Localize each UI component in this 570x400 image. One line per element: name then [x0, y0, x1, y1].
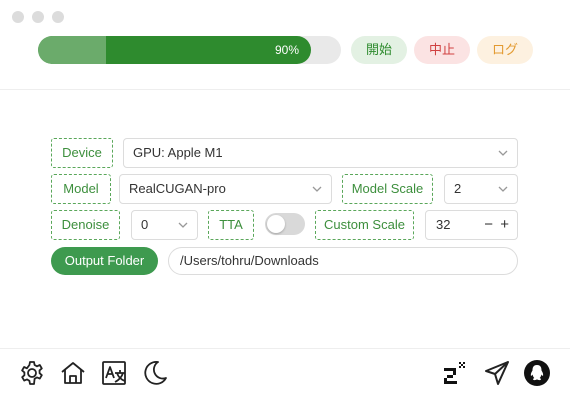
tta-label: TTA [208, 210, 254, 240]
output-path-input[interactable]: /Users/tohru/Downloads [168, 247, 518, 275]
translate-icon[interactable] [100, 359, 128, 387]
denoise-select[interactable]: 0 [131, 210, 198, 240]
custom-scale-value: 32 [436, 217, 451, 232]
app-window: 90% 開始 中止 ログ Device GPU: Apple M1 Model … [0, 0, 570, 400]
denoise-value: 0 [141, 217, 149, 232]
tta-toggle[interactable] [265, 213, 305, 235]
device-select-value: GPU: Apple M1 [133, 145, 223, 160]
chevron-down-icon [498, 186, 508, 192]
home-icon[interactable] [59, 359, 87, 387]
gear-icon[interactable] [18, 359, 46, 387]
progress-fill-highlight [38, 36, 106, 64]
model-label: Model [51, 174, 111, 204]
model-scale-select[interactable]: 2 [444, 174, 518, 204]
toggle-knob [267, 215, 285, 233]
output-folder-button[interactable]: Output Folder [51, 247, 158, 275]
chevron-down-icon [312, 186, 322, 192]
device-label: Device [51, 138, 113, 168]
chevron-down-icon [178, 222, 188, 228]
model-scale-value: 2 [454, 181, 462, 196]
denoise-label: Denoise [51, 210, 120, 240]
progress-label: 90% [274, 43, 299, 57]
decrement-button[interactable]: − [484, 211, 493, 239]
log-button[interactable]: ログ [477, 36, 534, 64]
z2x-logo-icon[interactable] [442, 359, 470, 387]
model-select[interactable]: RealCUGAN-pro [119, 174, 332, 204]
custom-scale-input[interactable]: 32 − + [425, 210, 518, 240]
custom-scale-label: Custom Scale [315, 210, 414, 240]
start-button[interactable]: 開始 [351, 36, 408, 64]
device-select[interactable]: GPU: Apple M1 [123, 138, 518, 168]
send-icon[interactable] [483, 359, 511, 387]
moon-icon[interactable] [141, 359, 169, 387]
qq-icon[interactable] [523, 359, 551, 387]
progress-bar: 90% [38, 36, 341, 64]
model-select-value: RealCUGAN-pro [129, 181, 226, 196]
chevron-down-icon [498, 150, 508, 156]
model-scale-label: Model Scale [342, 174, 433, 204]
stop-button[interactable]: 中止 [414, 36, 471, 64]
increment-button[interactable]: + [500, 211, 509, 239]
top-toolbar: 90% 開始 中止 ログ [0, 0, 570, 90]
